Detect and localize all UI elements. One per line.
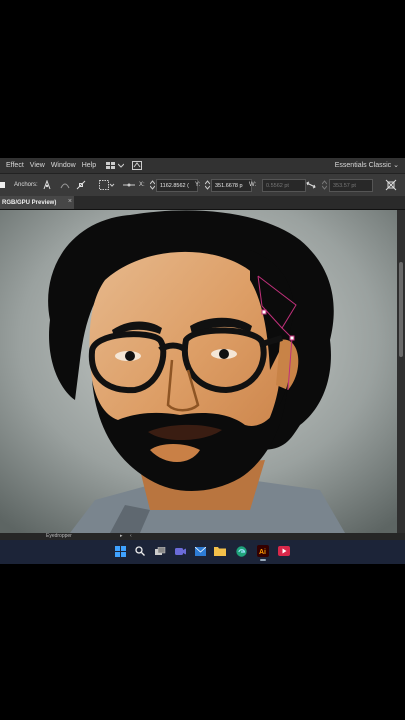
anchors-label: Anchors:	[14, 182, 38, 188]
x-input[interactable]: 1162.8562 (	[156, 179, 198, 192]
workspace-label: Essentials Classic	[334, 162, 392, 169]
play-icon[interactable]: ▸	[120, 533, 123, 540]
status-bar: Eyedropper ▸ ‹	[0, 533, 405, 540]
windows-start-icon[interactable]	[113, 544, 127, 558]
selection-indicator-icon	[0, 174, 6, 196]
arrange-documents-button[interactable]	[106, 161, 125, 170]
document-tab[interactable]: RGB/GPU Preview) ×	[0, 196, 74, 209]
mail-icon[interactable]	[193, 544, 207, 558]
scrollbar-thumb[interactable]	[399, 262, 403, 357]
left-pupil	[125, 351, 135, 361]
file-explorer-icon[interactable]	[213, 544, 227, 558]
right-pupil	[219, 349, 229, 359]
align-dropdown-icon[interactable]	[99, 174, 115, 196]
edge-icon[interactable]	[234, 544, 248, 558]
transform-icon[interactable]	[385, 174, 397, 196]
y-stepper-icon[interactable]	[205, 174, 210, 196]
workspace-switcher[interactable]: Essentials Classic ⌄	[335, 161, 399, 169]
document-tab-bar: RGB/GPU Preview) ×	[0, 196, 405, 210]
portrait-artwork[interactable]	[0, 210, 397, 533]
illustrator-window: Effect View Window Help Essentials Class…	[0, 158, 405, 564]
vertical-scrollbar[interactable]	[397, 210, 405, 533]
chevron-left-icon[interactable]: ‹	[130, 533, 132, 540]
y-label: Y:	[195, 182, 201, 188]
menu-bar: Effect View Window Help Essentials Class…	[0, 158, 405, 173]
gpu-performance-icon[interactable]	[132, 161, 143, 170]
media-icon[interactable]	[277, 544, 291, 558]
close-icon[interactable]: ×	[68, 198, 72, 205]
search-icon[interactable]	[133, 544, 147, 558]
svg-text:Ai: Ai	[259, 549, 266, 556]
document-tab-title: RGB/GPU Preview)	[2, 199, 57, 206]
x-stepper-icon[interactable]	[150, 174, 155, 196]
anchor-point[interactable]	[289, 335, 295, 341]
taskbar: Ai	[0, 540, 405, 564]
menu-window[interactable]: Window	[51, 162, 76, 169]
illustrator-icon[interactable]: Ai	[256, 544, 270, 561]
anchor-point[interactable]	[261, 309, 267, 315]
meet-icon[interactable]	[173, 544, 187, 558]
smooth-anchor-icon[interactable]	[60, 174, 70, 196]
constrain-proportions-icon[interactable]	[306, 174, 316, 196]
control-bar: Anchors: X: 1162.8562 ( Y: 351.6678 p W:…	[0, 173, 405, 197]
h-stepper-icon[interactable]	[322, 174, 327, 196]
w-input[interactable]: 0.5562 pt	[262, 179, 306, 192]
chevron-down-icon	[118, 163, 125, 168]
link-handles-icon[interactable]	[123, 174, 135, 196]
h-input[interactable]: 353.57 pt	[329, 179, 373, 192]
menu-view[interactable]: View	[30, 162, 45, 169]
current-tool-label: Eyedropper	[46, 533, 72, 539]
w-label: W:	[249, 182, 257, 188]
artboard-canvas[interactable]	[0, 210, 397, 533]
y-input[interactable]: 351.6678 p	[211, 179, 252, 192]
x-label: X:	[139, 182, 145, 188]
convert-anchor-icon[interactable]	[42, 174, 52, 196]
task-view-icon[interactable]	[153, 544, 167, 558]
show-handles-icon[interactable]	[76, 174, 86, 196]
chevron-down-icon: ⌄	[393, 162, 399, 169]
grid-layout-icon	[106, 161, 116, 169]
menu-help[interactable]: Help	[82, 162, 96, 169]
menu-effect[interactable]: Effect	[6, 162, 24, 169]
